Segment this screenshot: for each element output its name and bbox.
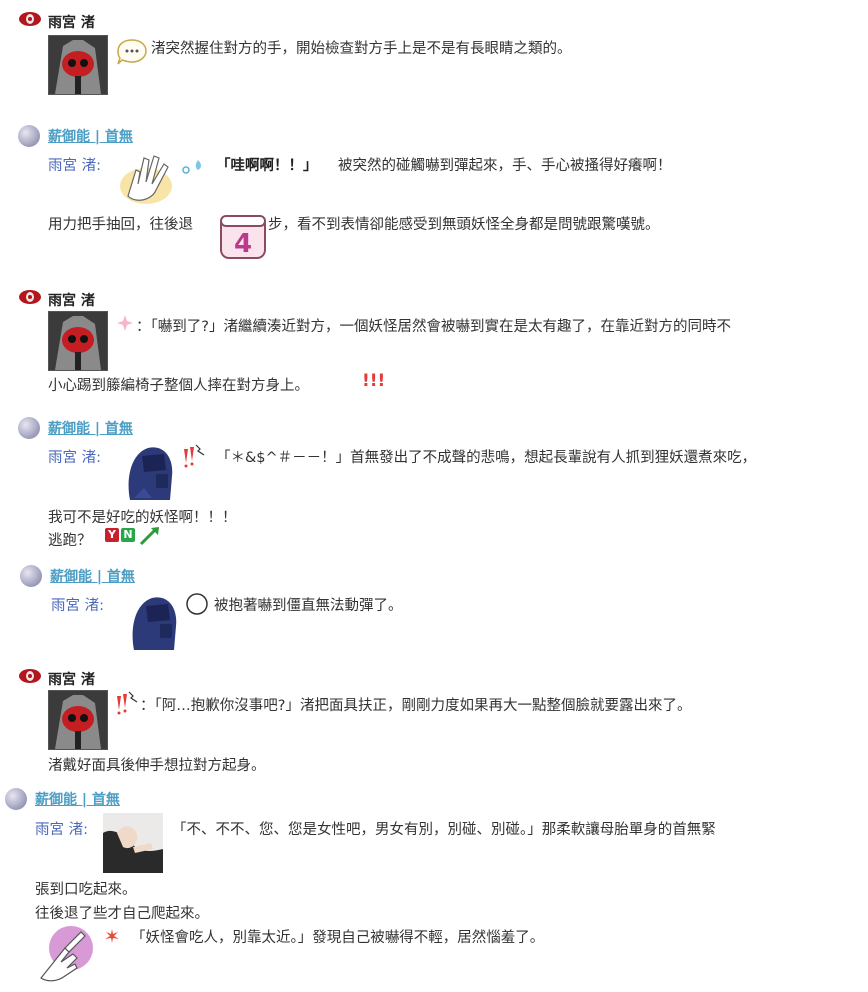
exclaim-icon: !!! bbox=[362, 371, 386, 391]
post-text: 逃跑？ bbox=[48, 533, 92, 549]
mask-icon bbox=[18, 10, 42, 32]
anger-icon bbox=[104, 928, 120, 948]
author-link[interactable]: 薪御能 | 首無 bbox=[48, 418, 133, 438]
mask-icon bbox=[18, 288, 42, 310]
post-text: 步，看不到表情卻能感受到無頭妖怪全身都是問號跟驚嘆號。 bbox=[268, 217, 660, 233]
author-name[interactable]: 雨宮 渚 bbox=[48, 669, 95, 689]
shock-icon bbox=[113, 690, 139, 720]
post-text: 「不、不不、您、您是女性吧，男女有別，別碰、別碰。」那柔軟讓母胎單身的首無緊 bbox=[172, 822, 716, 838]
author-link[interactable]: 薪御能 | 首無 bbox=[50, 566, 135, 586]
yes-no-badges: Y N bbox=[105, 528, 135, 542]
post-text: 渚突然握住對方的手，開始檢查對方手上是不是有長眼睛之類的。 bbox=[151, 41, 572, 57]
post-text: 張到口吃起來。 bbox=[35, 882, 137, 898]
blue-hooded-figure-icon bbox=[124, 590, 182, 656]
avatar-globe-icon bbox=[5, 788, 27, 810]
reply-target: 雨宮 渚: bbox=[35, 822, 88, 838]
sparkle-icon bbox=[116, 314, 134, 336]
speech-bubble-icon bbox=[116, 38, 148, 70]
avatar-globe-icon bbox=[18, 417, 40, 439]
post-text: 「妖怪會吃人，別靠太近。」發現自己被嚇得不輕，居然惱羞了。 bbox=[131, 930, 545, 946]
mask-icon bbox=[18, 667, 42, 689]
thought-bubble-icon bbox=[185, 592, 209, 620]
avatar bbox=[48, 311, 108, 371]
post-text: 被抱著嚇到僵直無法動彈了。 bbox=[214, 598, 403, 614]
avatar-globe-icon bbox=[18, 125, 40, 147]
post-text: ：「嚇到了?」渚繼續湊近對方，一個妖怪居然會被嚇到實在是太有趣了，在靠近對方的同… bbox=[136, 319, 731, 335]
arrow-icon bbox=[139, 526, 161, 550]
author-link[interactable]: 薪御能 | 首無 bbox=[35, 789, 120, 809]
sticker-number: 4 bbox=[234, 229, 252, 259]
shock-icon bbox=[180, 443, 206, 473]
avatar bbox=[48, 690, 108, 750]
post-text: 渚戴好面具後伸手想拉對方起身。 bbox=[48, 758, 266, 774]
author-link[interactable]: 薪御能 | 首無 bbox=[48, 126, 133, 146]
shout-text: 「哇啊啊！！」 bbox=[216, 158, 318, 174]
author-name[interactable]: 雨宮 渚 bbox=[48, 12, 95, 32]
reply-target: 雨宮 渚: bbox=[51, 598, 104, 614]
blue-hooded-figure-icon bbox=[120, 440, 180, 506]
number-sticker: 4 bbox=[218, 210, 268, 264]
post-text: 小心踢到籐編椅子整個人摔在對方身上。 bbox=[48, 378, 309, 394]
no-badge: N bbox=[121, 528, 135, 542]
post-text: 用力把手抽回，往後退 bbox=[48, 217, 193, 233]
reply-target: 雨宮 渚: bbox=[48, 450, 101, 466]
avatar-globe-icon bbox=[20, 565, 42, 587]
wave-hand-icon bbox=[116, 150, 212, 212]
author-name[interactable]: 雨宮 渚 bbox=[48, 290, 95, 310]
post-text: 我可不是好吃的妖怪啊！！！ bbox=[48, 510, 237, 526]
post-text: 往後退了些才自己爬起來。 bbox=[35, 906, 209, 922]
reply-target: 雨宮 渚: bbox=[48, 158, 101, 174]
pointing-hand-icon bbox=[35, 924, 97, 988]
post-text: 被突然的碰觸嚇到彈起來，手、手心被搔得好癢啊！ bbox=[338, 158, 672, 174]
post-text: 「＊&$^＃－－！」首無發出了不成聲的悲鳴，想起長輩說有人抓到狸妖還煮來吃， bbox=[216, 450, 757, 466]
yes-badge: Y bbox=[105, 528, 119, 542]
post-text: ：「阿…抱歉你沒事吧?」渚把面具扶正，剛剛力度如果再大一點整個臉就要露出來了。 bbox=[140, 698, 692, 714]
avatar bbox=[48, 35, 108, 95]
reaction-image bbox=[103, 813, 163, 873]
